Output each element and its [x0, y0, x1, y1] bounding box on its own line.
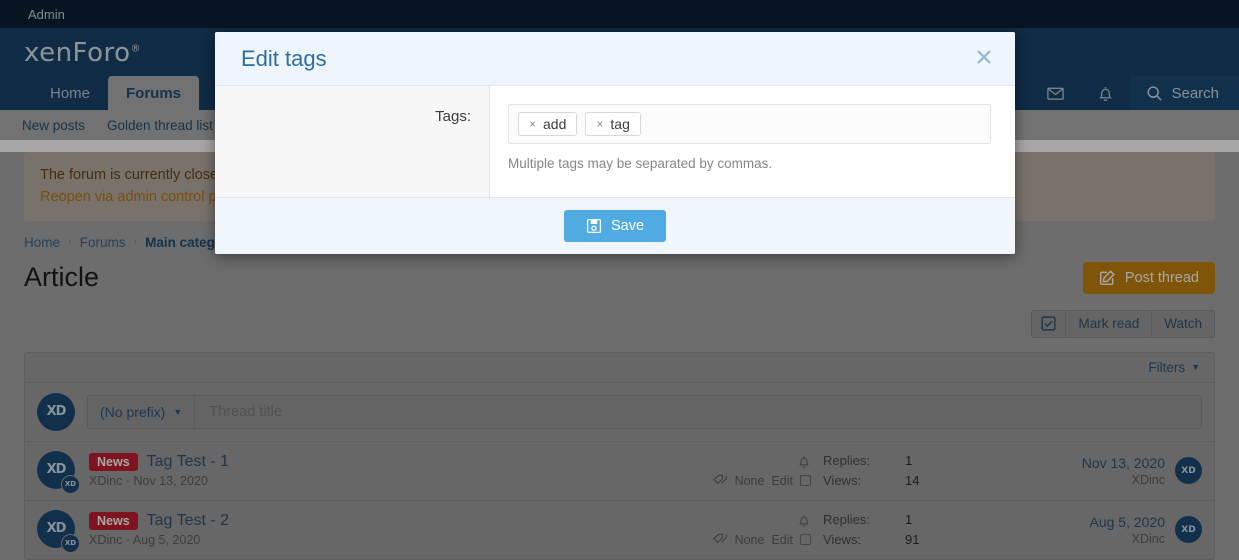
save-button[interactable]: Save	[563, 210, 667, 242]
edit-tags-modal: Edit tags Tags: × add × tag Multiple tag…	[215, 32, 1015, 254]
modal-field-column: × add × tag Multiple tags may be separat…	[490, 86, 1015, 197]
tag-pill[interactable]: × add	[518, 112, 578, 136]
tag-pill[interactable]: × tag	[585, 112, 641, 136]
tag-pill-label: add	[543, 116, 567, 132]
save-label: Save	[610, 218, 645, 234]
modal-header: Edit tags	[215, 32, 1015, 86]
tags-field-label: Tags:	[435, 108, 471, 125]
modal-label-column: Tags:	[215, 86, 490, 197]
modal-footer: Save	[215, 197, 1015, 254]
modal-title: Edit tags	[241, 45, 327, 71]
tags-hint: Multiple tags may be separated by commas…	[508, 156, 773, 171]
close-icon[interactable]	[973, 46, 995, 72]
floppy-save-icon	[586, 218, 602, 234]
modal-body: Tags: × add × tag Multiple tags may be s…	[215, 86, 1015, 197]
remove-tag-icon[interactable]: ×	[529, 117, 536, 131]
tag-pill-label: tag	[610, 116, 630, 132]
tags-input[interactable]: × add × tag	[508, 104, 991, 144]
remove-tag-icon[interactable]: ×	[596, 117, 603, 131]
